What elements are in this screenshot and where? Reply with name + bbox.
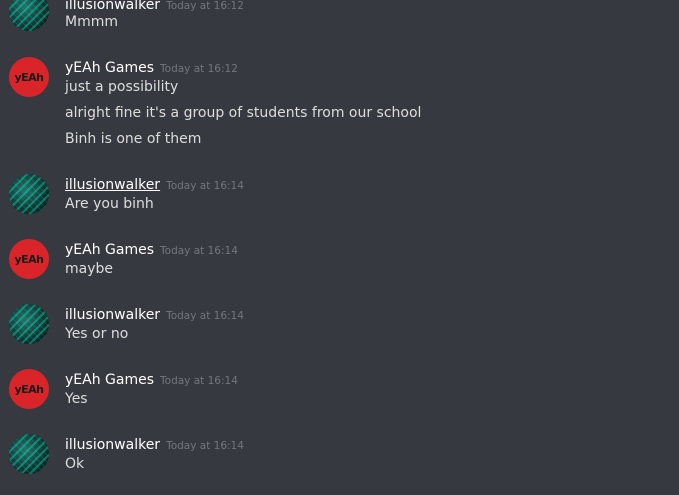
chat-message-list: illusionwalker Today at 16:12 Mmmm yEAh y… — [0, 0, 679, 495]
message-text: Are you binh — [65, 196, 154, 212]
message-header: illusionwalker Today at 16:14 — [65, 434, 244, 453]
username[interactable]: illusionwalker — [65, 0, 160, 13]
message-header: yEAh Games Today at 16:14 — [65, 369, 238, 388]
timestamp: Today at 16:12 — [166, 0, 244, 12]
user-avatar[interactable] — [9, 174, 49, 214]
user-avatar[interactable] — [9, 0, 49, 31]
message-header: illusionwalker Today at 16:14 — [65, 174, 244, 193]
user-avatar[interactable] — [9, 434, 49, 474]
username[interactable]: yEAh Games — [65, 242, 154, 258]
message-text: maybe — [65, 261, 114, 277]
message-text: just a possibility — [65, 79, 179, 95]
timestamp: Today at 16:14 — [166, 180, 244, 192]
timestamp: Today at 16:14 — [166, 440, 244, 452]
timestamp: Today at 16:12 — [160, 63, 238, 75]
username[interactable]: illusionwalker — [65, 307, 160, 323]
user-avatar[interactable] — [9, 304, 49, 344]
message-header: illusionwalker Today at 16:14 — [65, 304, 244, 323]
timestamp: Today at 16:14 — [160, 245, 238, 257]
yeah-logo: yEAh — [14, 382, 44, 396]
user-avatar[interactable]: yEAh — [9, 239, 49, 279]
message-text: Yes or no — [65, 326, 129, 342]
timestamp: Today at 16:14 — [166, 310, 244, 322]
message-text: Ok — [65, 456, 85, 472]
username[interactable]: illusionwalker — [65, 177, 160, 193]
message-text: alright fine it's a group of students fr… — [65, 105, 422, 121]
message-header: illusionwalker Today at 16:12 — [65, 0, 244, 13]
message-header: yEAh Games Today at 16:12 — [65, 57, 238, 76]
user-avatar[interactable]: yEAh — [9, 369, 49, 409]
username[interactable]: yEAh Games — [65, 60, 154, 76]
username[interactable]: yEAh Games — [65, 372, 154, 388]
message-text: Binh is one of them — [65, 131, 202, 147]
username[interactable]: illusionwalker — [65, 437, 160, 453]
yeah-logo: yEAh — [14, 70, 44, 84]
user-avatar[interactable]: yEAh — [9, 57, 49, 97]
yeah-logo: yEAh — [14, 252, 44, 266]
message-text: Yes — [65, 391, 88, 407]
message-header: yEAh Games Today at 16:14 — [65, 239, 238, 258]
timestamp: Today at 16:14 — [160, 375, 238, 387]
message-text: Mmmm — [65, 14, 118, 30]
